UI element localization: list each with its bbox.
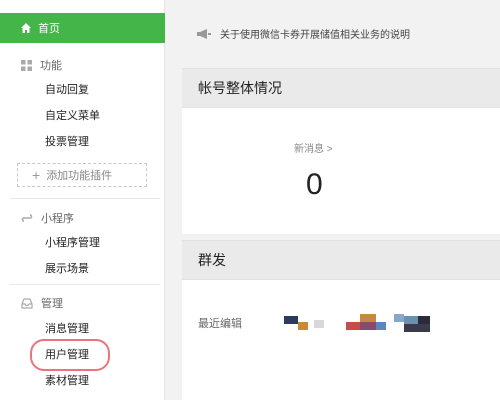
inbox-icon — [21, 297, 33, 309]
section-title-management: 管理 — [0, 293, 165, 313]
section-title-mini-program: 小程序 — [0, 208, 165, 228]
divider — [10, 284, 160, 285]
notice-text: 关于使用微信卡券开展储值相关业务的说明 — [220, 30, 410, 41]
new-messages-link[interactable]: 新消息 > — [294, 140, 333, 155]
account-overview-panel — [182, 108, 500, 234]
sidebar-item-mini-program-management[interactable]: 小程序管理 — [45, 233, 100, 253]
divider — [10, 198, 160, 199]
recent-edit-label: 最近编辑 — [198, 318, 242, 330]
sidebar-item-home-label: 首页 — [38, 23, 60, 35]
mini-program-icon — [21, 214, 33, 222]
account-overview-panel-title: 帐号整体情况 — [182, 68, 500, 108]
section-title-functions: 功能 — [0, 55, 165, 75]
section-title-label: 小程序 — [41, 213, 74, 225]
sidebar-item-auto-reply[interactable]: 自动回复 — [45, 80, 89, 100]
add-plugin-button[interactable]: + 添加功能插件 — [17, 163, 147, 187]
sidebar-item-message-management[interactable]: 消息管理 — [45, 319, 89, 339]
sidebar-item-custom-menu[interactable]: 自定义菜单 — [45, 106, 100, 126]
section-title-label: 管理 — [41, 298, 63, 310]
sidebar-item-display-scenes[interactable]: 展示场景 — [45, 259, 89, 279]
megaphone-icon — [197, 28, 211, 39]
panel-title-label: 帐号整体情况 — [198, 80, 282, 96]
notice-link[interactable]: 关于使用微信卡券开展储值相关业务的说明 — [196, 26, 410, 41]
sidebar: 首页 功能 自动回复 自定义菜单 投票管理 + 添加功能插件 小程序 小程序管理… — [0, 0, 165, 400]
sidebar-item-vote-management[interactable]: 投票管理 — [45, 132, 89, 152]
add-plugin-label: 添加功能插件 — [46, 170, 113, 182]
highlight-annotation-ring — [30, 339, 110, 371]
broadcast-panel — [182, 280, 500, 400]
broadcast-panel-title: 群发 — [182, 240, 500, 280]
section-title-label: 功能 — [40, 60, 62, 72]
main-content: 关于使用微信卡券开展储值相关业务的说明 帐号整体情况 新消息 > 0 群发 最近… — [166, 0, 500, 400]
sidebar-item-home[interactable]: 首页 — [0, 13, 165, 43]
grid-icon — [21, 59, 32, 71]
home-icon — [21, 23, 31, 33]
new-messages-count: 0 — [306, 168, 323, 201]
sidebar-item-material-management[interactable]: 素材管理 — [45, 371, 89, 391]
panel-title-label: 群发 — [198, 252, 226, 268]
plus-icon: + — [32, 167, 41, 183]
